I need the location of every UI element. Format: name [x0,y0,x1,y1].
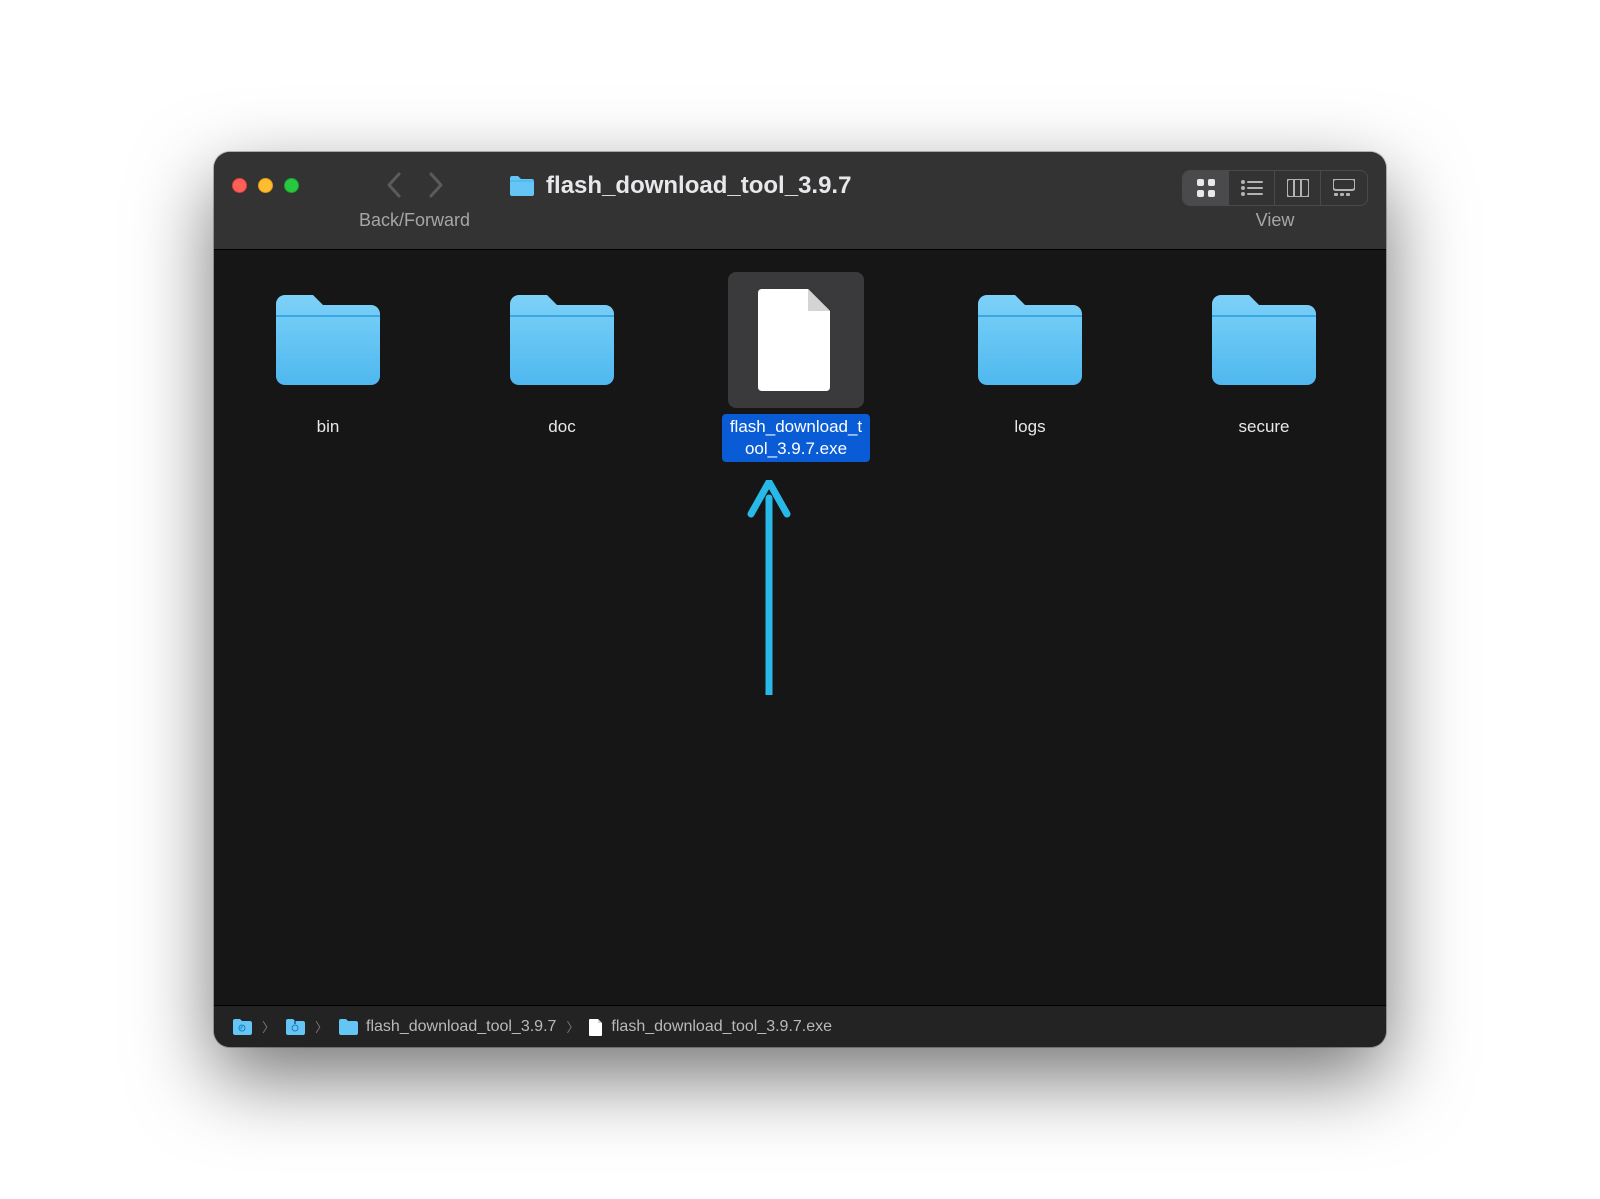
close-window-button[interactable] [232,178,247,193]
icon-view-button[interactable] [1183,171,1229,205]
view-group: View [1182,170,1368,231]
pathbar-crumb-label: flash_download_tool_3.9.7.exe [611,1018,832,1036]
folder-item-label: logs [1008,414,1051,440]
folder-item-label: bin [311,414,346,440]
folder-item-doc[interactable]: doc [488,272,636,462]
list-icon [1241,180,1263,196]
gallery-view-button[interactable] [1321,171,1367,205]
pathbar-crumb-home[interactable] [232,1018,252,1035]
file-item-exe[interactable]: flash_download_tool_3.9.7.exe [722,272,870,462]
folder-item-secure[interactable]: secure [1190,272,1338,462]
forward-button[interactable] [428,171,444,206]
folder-icon [285,1018,305,1035]
chevron-left-icon [386,171,402,199]
chevron-right-icon [428,171,444,199]
chevron-right-icon: 〉 [260,1017,277,1036]
grid-icon [1196,178,1216,198]
list-view-button[interactable] [1229,171,1275,205]
pathbar: 〉 〉 flash_download_tool_3.9.7 〉 flash_do… [214,1005,1386,1047]
back-button[interactable] [386,171,402,206]
view-controls-label: View [1256,210,1295,231]
folder-item-bin[interactable]: bin [254,272,402,462]
window-title: flash_download_tool_3.9.7 [546,172,851,200]
pathbar-crumb-parent[interactable] [285,1018,305,1035]
finder-window: Back/Forward flash_download_tool_3.9.7 [214,152,1386,1047]
file-icon [756,287,836,393]
folder-icon [972,292,1088,388]
folder-icon [508,174,536,198]
folder-icon [338,1018,358,1035]
folder-item-logs[interactable]: logs [956,272,1104,462]
gallery-icon [1333,179,1355,197]
folder-item-label: secure [1232,414,1295,440]
minimize-window-button[interactable] [258,178,273,193]
pathbar-crumb-file[interactable]: flash_download_tool_3.9.7.exe [589,1018,832,1036]
nav-group: Back/Forward [359,171,470,231]
home-folder-icon [232,1018,252,1035]
folder-icon [1206,292,1322,388]
columns-icon [1287,179,1309,197]
finder-icon-grid[interactable]: bin doc flash_download_tool_3.9.7.exe [214,250,1386,1005]
window-title-group: flash_download_tool_3.9.7 [508,172,851,200]
folder-item-label: doc [542,414,581,440]
file-icon [589,1018,603,1036]
annotation-arrow-icon [739,480,799,695]
file-item-label: flash_download_tool_3.9.7.exe [722,414,870,462]
zoom-window-button[interactable] [284,178,299,193]
pathbar-crumb-label: flash_download_tool_3.9.7 [366,1018,556,1036]
pathbar-crumb-current-folder[interactable]: flash_download_tool_3.9.7 [338,1018,556,1036]
chevron-right-icon: 〉 [313,1017,330,1036]
finder-toolbar: Back/Forward flash_download_tool_3.9.7 [214,152,1386,250]
column-view-button[interactable] [1275,171,1321,205]
folder-icon [504,292,620,388]
folder-icon [270,292,386,388]
chevron-right-icon: 〉 [564,1017,581,1036]
window-controls [232,178,299,193]
back-forward-label: Back/Forward [359,210,470,231]
